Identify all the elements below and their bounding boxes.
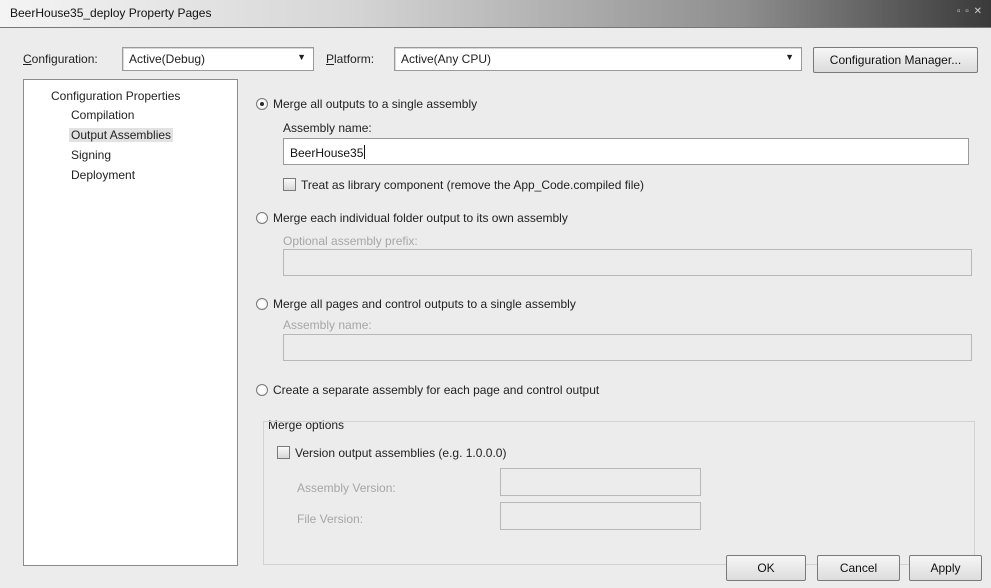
library-component-label[interactable]: Treat as library component (remove the A… xyxy=(301,178,644,192)
version-output-label[interactable]: Version output assemblies (e.g. 1.0.0.0) xyxy=(295,446,506,460)
apply-button[interactable]: Apply xyxy=(909,555,982,581)
configuration-label-text: onfiguration: xyxy=(31,52,98,66)
merge-pages-radio[interactable] xyxy=(256,298,268,310)
platform-label: Platform: xyxy=(326,52,375,66)
ok-button-label: OK xyxy=(757,561,775,575)
merge-pages-label[interactable]: Merge all pages and control outputs to a… xyxy=(273,297,576,311)
assembly-name-label: Assembly name: xyxy=(283,121,372,135)
assembly-name-input[interactable]: BeerHouse35 xyxy=(283,138,969,165)
ok-button[interactable]: OK xyxy=(726,555,806,581)
cancel-button[interactable]: Cancel xyxy=(817,555,900,581)
version-output-checkbox[interactable] xyxy=(277,446,290,459)
merge-options-group: Version output assemblies (e.g. 1.0.0.0)… xyxy=(263,421,975,565)
cancel-button-label: Cancel xyxy=(839,561,878,575)
file-version-input[interactable] xyxy=(500,502,701,530)
merge-folder-radio[interactable] xyxy=(256,212,268,224)
text-caret xyxy=(364,145,366,159)
assembly-version-label: Assembly Version: xyxy=(297,481,396,495)
assembly-prefix-label: Optional assembly prefix: xyxy=(283,234,418,248)
separate-assembly-label[interactable]: Create a separate assembly for each page… xyxy=(273,383,599,397)
separate-assembly-radio[interactable] xyxy=(256,384,268,396)
window-title-bar: BeerHouse35_deploy Property Pages ▫ ▫ ✕ xyxy=(0,0,991,28)
configuration-dropdown[interactable]: Active(Debug) ▼ xyxy=(122,47,314,71)
chevron-down-icon: ▼ xyxy=(785,52,794,62)
configuration-label: Configuration: xyxy=(23,52,98,66)
assembly-version-input[interactable] xyxy=(500,468,701,496)
pages-assembly-name-input[interactable] xyxy=(283,334,972,361)
tree-item-output-assemblies[interactable]: Output Assemblies xyxy=(69,128,174,142)
tree-item-deployment[interactable]: Deployment xyxy=(71,168,135,182)
library-component-checkbox[interactable] xyxy=(283,178,296,191)
tree-root-configuration-properties[interactable]: Configuration Properties xyxy=(51,89,180,103)
file-version-label: File Version: xyxy=(297,512,364,526)
platform-value: Active(Any CPU) xyxy=(401,52,492,66)
property-tree: Configuration Properties Compilation Out… xyxy=(23,79,238,566)
platform-dropdown[interactable]: Active(Any CPU) ▼ xyxy=(394,47,802,71)
merge-folder-label[interactable]: Merge each individual folder output to i… xyxy=(273,211,568,225)
configuration-manager-label: Configuration Manager... xyxy=(829,53,962,67)
assembly-name-value: BeerHouse35 xyxy=(290,146,364,160)
apply-button-label: Apply xyxy=(930,561,961,575)
assembly-prefix-input[interactable] xyxy=(283,249,972,276)
pages-assembly-name-label: Assembly name: xyxy=(283,318,372,332)
chevron-down-icon: ▼ xyxy=(297,52,306,62)
configuration-manager-button[interactable]: Configuration Manager... xyxy=(813,47,978,73)
tree-item-signing[interactable]: Signing xyxy=(71,148,111,162)
window-title: BeerHouse35_deploy Property Pages xyxy=(10,6,212,20)
configuration-value: Active(Debug) xyxy=(129,52,206,66)
merge-single-label[interactable]: Merge all outputs to a single assembly xyxy=(273,97,477,111)
window-controls[interactable]: ▫ ▫ ✕ xyxy=(957,6,983,17)
merge-single-radio[interactable] xyxy=(256,98,268,110)
tree-item-compilation[interactable]: Compilation xyxy=(71,108,134,122)
